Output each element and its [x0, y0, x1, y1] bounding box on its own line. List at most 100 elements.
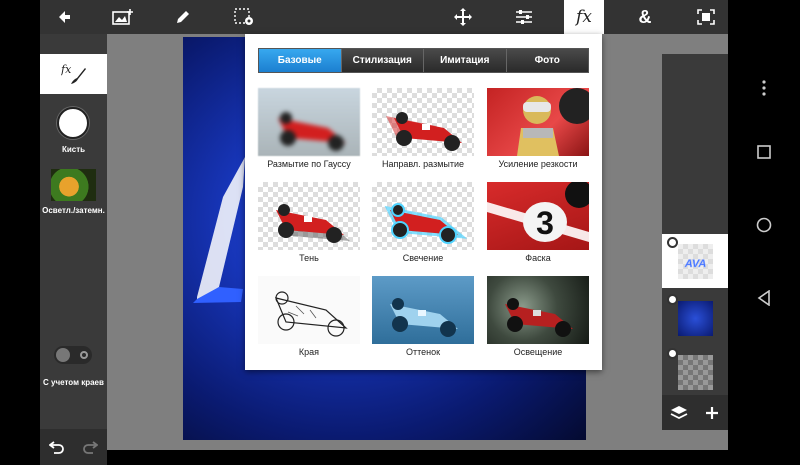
layer-radio[interactable]	[667, 348, 678, 359]
edge-aware-label: С учетом краев	[43, 378, 104, 387]
tab-basic[interactable]: Базовые	[259, 49, 342, 72]
back-nav-button[interactable]	[728, 278, 800, 318]
menu-button[interactable]	[728, 68, 800, 108]
redo-icon[interactable]	[82, 439, 99, 455]
race-car-icon	[386, 112, 462, 151]
effect-label: Направл. размытие	[381, 159, 465, 169]
race-car-icon	[278, 112, 346, 151]
effect-label: Оттенок	[405, 347, 441, 357]
dodge-burn-label: Осветл./затемн.	[42, 206, 105, 215]
blend-button[interactable]: &	[625, 0, 665, 34]
undo-redo-bar	[40, 429, 107, 465]
race-car-icon	[390, 298, 458, 337]
add-image-icon	[112, 9, 133, 25]
effect-lighting[interactable]: Освещение	[487, 276, 589, 357]
svg-text:3: 3	[536, 205, 554, 241]
back-triangle-icon	[757, 290, 770, 306]
race-car-icon	[505, 298, 573, 337]
effect-sharpen[interactable]: Усиление резкости	[487, 88, 589, 169]
plus-icon[interactable]	[704, 405, 720, 421]
effect-label: Края	[298, 347, 320, 357]
add-image-button[interactable]	[103, 0, 143, 34]
fit-screen-button[interactable]	[686, 0, 726, 34]
effect-glow[interactable]: Свечение	[372, 182, 474, 263]
effect-thumbnail	[372, 182, 474, 250]
layer-thumbnail: AVA	[678, 244, 713, 279]
android-nav-bar	[728, 0, 800, 450]
effect-label: Освещение	[513, 347, 563, 357]
effect-edges[interactable]: Края	[258, 276, 360, 357]
effect-thumbnail	[258, 182, 360, 250]
layer-item[interactable]	[662, 345, 728, 399]
photo-editor-app: fx & fx Кисть Осветл./затемн. С учетом к…	[40, 0, 728, 465]
layers-panel: AVA	[662, 54, 728, 430]
sliders-icon	[516, 10, 532, 24]
race-car-icon	[276, 204, 350, 243]
toggle-knob	[56, 348, 70, 362]
number-three-icon: 3	[487, 182, 589, 242]
home-circle-icon	[756, 217, 772, 233]
racer-driver-icon	[517, 88, 589, 156]
effect-thumbnail	[372, 88, 474, 156]
dodge-burn-thumbnail[interactable]	[51, 169, 96, 201]
selection-settings-icon	[234, 8, 253, 25]
brush-label: Кисть	[61, 145, 86, 154]
undo-icon[interactable]	[48, 439, 65, 455]
effects-tabs: Базовые Стилизация Имитация Фото	[258, 48, 589, 73]
toggle-dot	[80, 351, 88, 359]
layer-item[interactable]: AVA	[662, 234, 728, 288]
fx-brush-icon: fx	[61, 63, 86, 84]
recents-square-icon	[757, 145, 771, 159]
layer-radio[interactable]	[667, 294, 678, 305]
effect-thumbnail	[487, 276, 589, 344]
fx-effects-popup: Базовые Стилизация Имитация Фото Размыти…	[245, 34, 602, 370]
effect-thumbnail	[258, 88, 360, 156]
tab-photo[interactable]: Фото	[506, 49, 588, 72]
effect-thumbnail	[258, 276, 360, 344]
pencil-icon	[177, 11, 189, 23]
recents-button[interactable]	[728, 132, 800, 172]
fx-brush-tool[interactable]: fx	[40, 54, 107, 94]
effect-label: Размытие по Гауссу	[267, 159, 351, 169]
fit-screen-icon	[697, 9, 715, 25]
effect-thumbnail	[487, 88, 589, 156]
back-button[interactable]	[44, 0, 84, 34]
adjust-button[interactable]	[504, 0, 544, 34]
effect-label: Усиление резкости	[498, 159, 578, 169]
effect-thumbnail	[372, 276, 474, 344]
effect-label: Фаска	[525, 253, 551, 263]
race-car-icon	[384, 203, 468, 244]
fx-label: fx	[576, 7, 592, 27]
pencil-button[interactable]	[163, 0, 203, 34]
layers-icon[interactable]	[670, 404, 688, 422]
edge-aware-toggle[interactable]	[54, 346, 92, 364]
effect-tint[interactable]: Оттенок	[372, 276, 474, 357]
effect-gaussian-blur[interactable]: Размытие по Гауссу	[258, 88, 360, 169]
svg-text:AVA: AVA	[684, 258, 707, 270]
move-arrows-icon	[454, 8, 472, 26]
left-tool-panel: fx Кисть Осветл./затемн. С учетом краев	[40, 34, 107, 465]
tab-imitation[interactable]: Имитация	[424, 49, 507, 72]
tab-stylize[interactable]: Стилизация	[341, 49, 424, 72]
layer-thumbnail	[678, 301, 713, 336]
selection-button[interactable]	[224, 0, 264, 34]
effect-bevel[interactable]: 3 Фаска	[487, 182, 589, 263]
top-toolbar: fx &	[40, 0, 728, 34]
fx-button[interactable]: fx	[564, 0, 604, 34]
transform-button[interactable]	[443, 0, 483, 34]
layer-item[interactable]	[662, 291, 728, 345]
effect-label: Тень	[299, 253, 319, 263]
brush-size-indicator[interactable]	[57, 107, 89, 139]
more-vert-icon	[762, 80, 766, 96]
layers-bottom-bar	[662, 395, 728, 430]
arrow-left-icon	[59, 11, 70, 23]
blend-label: &	[638, 6, 652, 27]
effect-motion-blur[interactable]: Направл. размытие	[372, 88, 474, 169]
effect-thumbnail: 3	[487, 182, 589, 250]
layer-thumbnail	[678, 355, 713, 390]
effect-label: Свечение	[402, 253, 444, 263]
home-button[interactable]	[728, 205, 800, 245]
layer-radio[interactable]	[667, 237, 678, 248]
effect-shadow[interactable]: Тень	[258, 182, 360, 263]
ava-logo-icon: AVA	[683, 258, 707, 271]
